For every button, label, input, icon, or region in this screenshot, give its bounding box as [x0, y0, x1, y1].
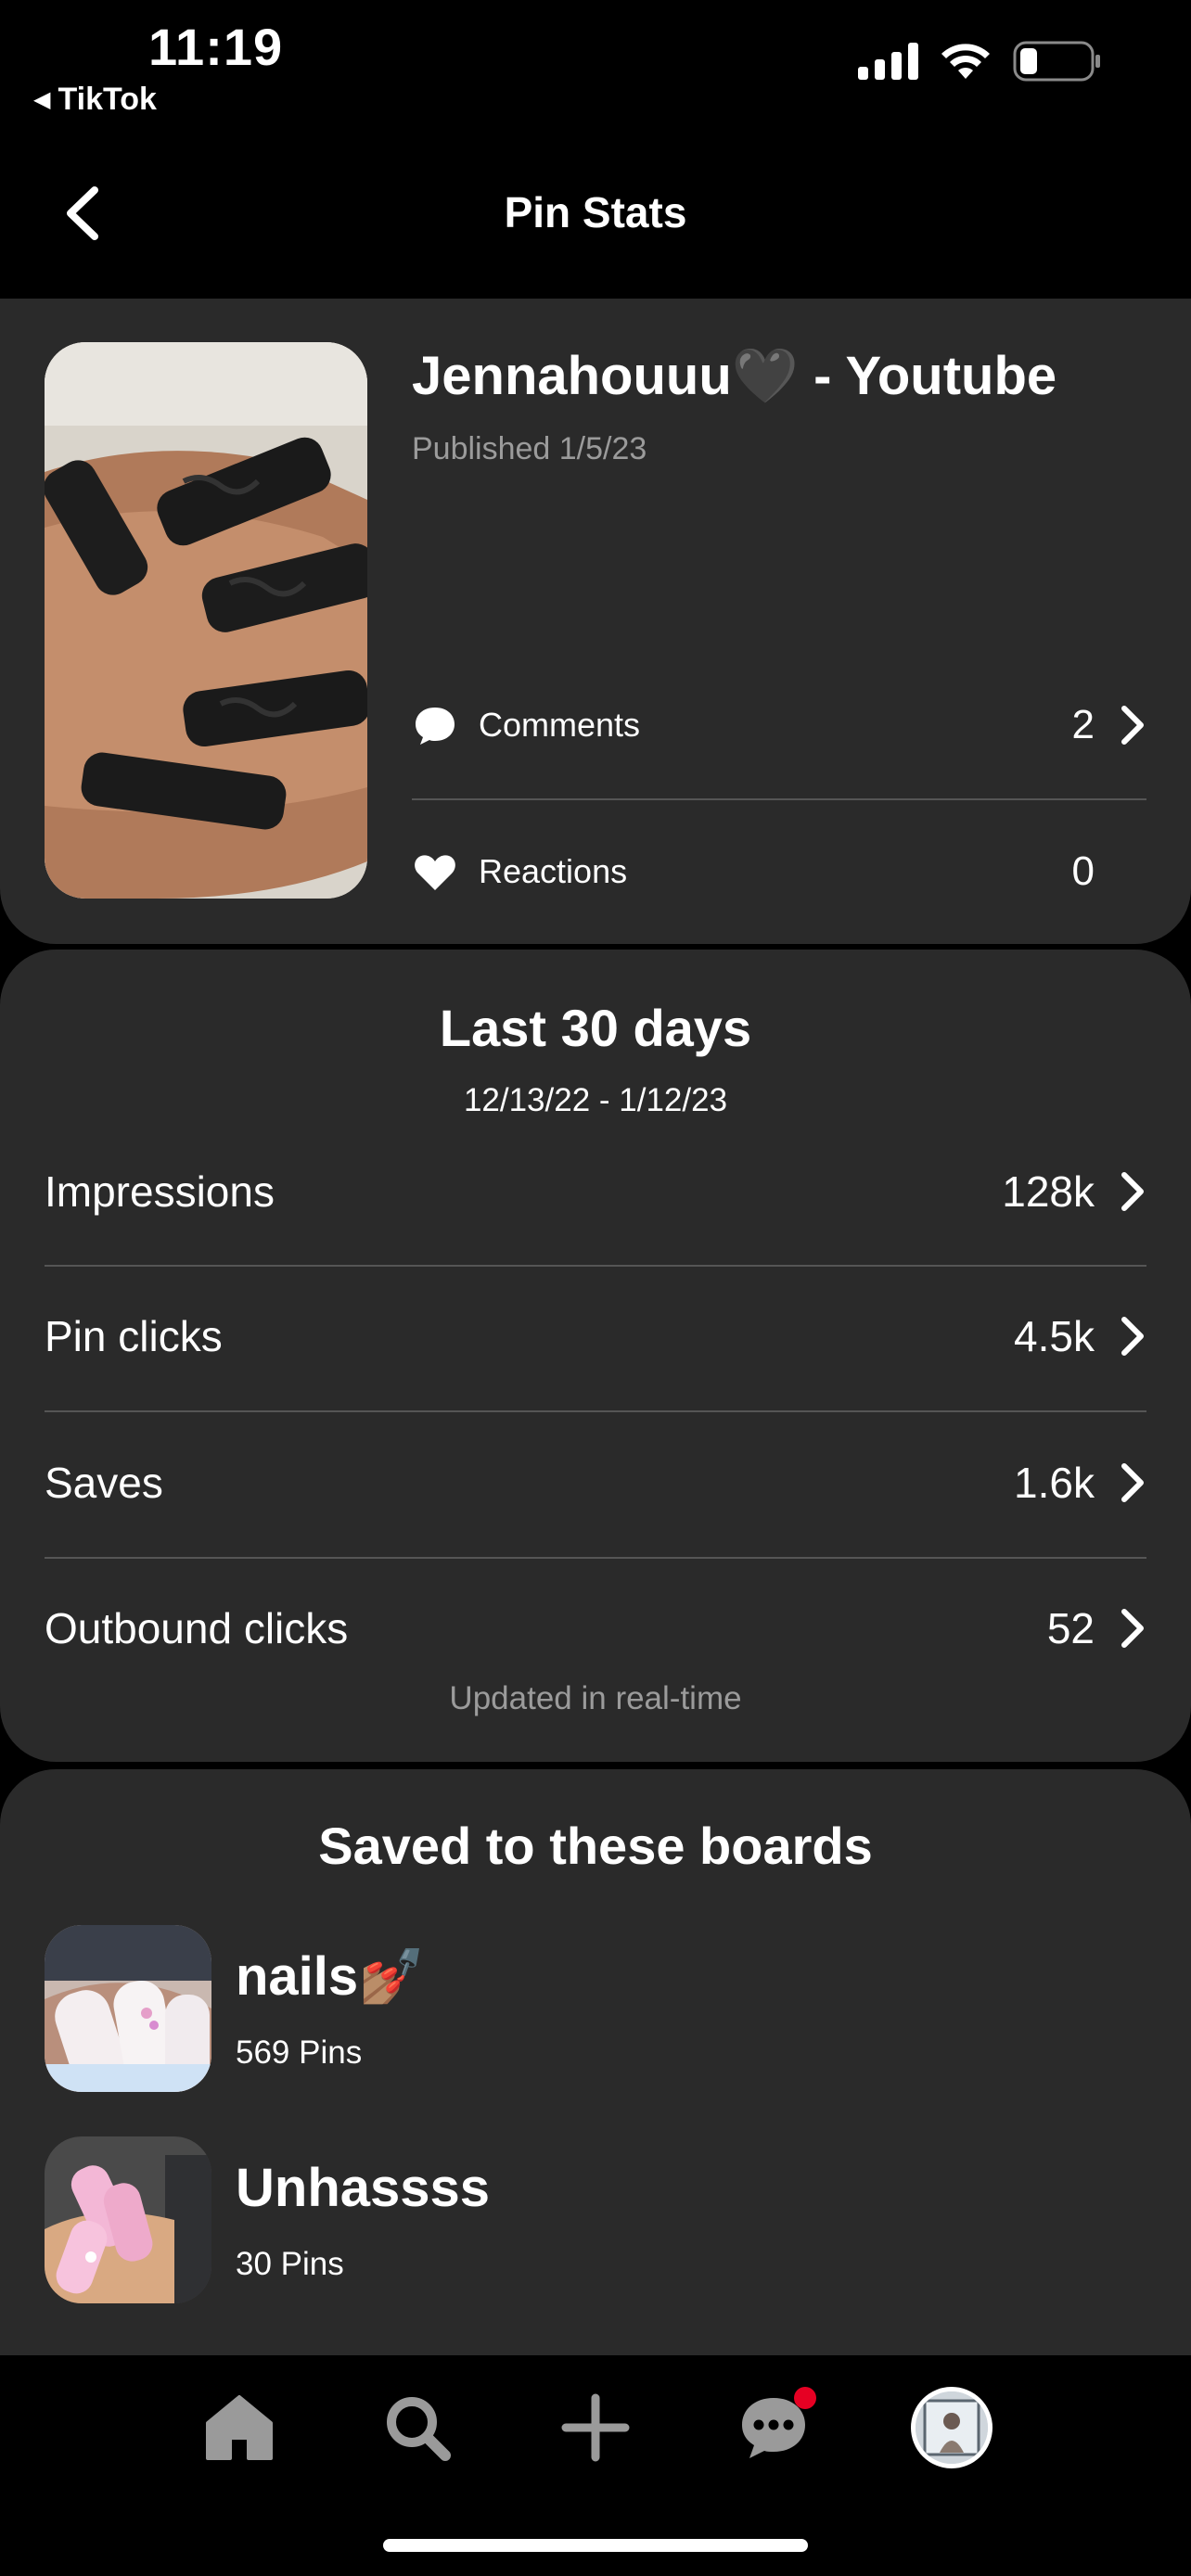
pin-title: Jennahouuu🖤 - Youtube: [412, 346, 1057, 406]
status-time: 11:19: [148, 18, 284, 76]
reactions-count: 0: [1071, 848, 1095, 894]
stat-value: 1.6k: [1014, 1459, 1095, 1507]
board-item[interactable]: nails💅🏽 569 Pins: [45, 1925, 1146, 2094]
board-item[interactable]: Unhassss 30 Pins: [45, 2136, 1146, 2305]
stat-row-impressions[interactable]: Impressions 128k: [45, 1145, 1146, 1238]
wifi-icon: [941, 44, 990, 79]
comments-label: Comments: [479, 706, 641, 744]
stats-updated-note: Updated in real-time: [449, 1680, 742, 1716]
stat-value: 4.5k: [1014, 1312, 1095, 1360]
home-icon: [206, 2395, 273, 2460]
back-triangle-icon: ◀: [33, 87, 51, 112]
divider: [45, 1557, 1146, 1559]
screen: 11:19 ◀ TikTok Pin Stats Jennahouuu🖤 - Y…: [0, 0, 1191, 2576]
stat-value: 128k: [1002, 1167, 1095, 1216]
board-thumbnail: [45, 1925, 211, 2092]
nails-photo-illustration: [45, 342, 367, 899]
stats-card: Last 30 days 12/13/22 - 1/12/23 Impressi…: [0, 950, 1191, 1762]
back-to-app-link[interactable]: ◀ TikTok: [33, 82, 157, 118]
stat-value: 52: [1046, 1604, 1095, 1652]
reactions-row: Reactions 0: [412, 830, 1146, 913]
chevron-right-icon: [1121, 1317, 1144, 1356]
boards-title: Saved to these boards: [318, 1817, 873, 1875]
divider: [45, 1265, 1146, 1267]
chevron-right-icon: [1121, 1609, 1144, 1648]
chevron-right-icon: [1121, 1172, 1144, 1211]
board-pin-count: 30 Pins: [236, 2246, 344, 2282]
board-thumbnail: [45, 2136, 211, 2303]
stats-title: Last 30 days: [439, 999, 752, 1057]
stat-label: Outbound clicks: [45, 1604, 349, 1652]
tab-profile[interactable]: [905, 2381, 998, 2474]
stat-row-pin-clicks[interactable]: Pin clicks 4.5k: [45, 1290, 1146, 1383]
search-icon: [387, 2397, 451, 2461]
pin-image[interactable]: [45, 342, 367, 899]
divider: [45, 1410, 1146, 1412]
stat-label: Pin clicks: [45, 1312, 223, 1360]
comment-bubble-icon: [416, 708, 455, 745]
battery-icon: [1013, 41, 1100, 82]
comments-row[interactable]: Comments 2: [412, 683, 1146, 767]
divider: [412, 798, 1146, 800]
pin-summary-card: Jennahouuu🖤 - Youtube Published 1/5/23 C…: [0, 299, 1191, 944]
tab-create[interactable]: [549, 2381, 642, 2474]
stat-row-saves[interactable]: Saves 1.6k: [45, 1436, 1146, 1529]
avatar: [911, 2387, 992, 2468]
page-title: Pin Stats: [504, 188, 687, 236]
plus-icon: [561, 2393, 630, 2462]
cellular-signal-icon: [858, 43, 918, 80]
stat-label: Impressions: [45, 1167, 275, 1216]
board-pin-count: 569 Pins: [236, 2034, 363, 2071]
tab-search[interactable]: [371, 2381, 464, 2474]
comments-count: 2: [1071, 702, 1095, 747]
pin-published-date: Published 1/5/23: [412, 431, 647, 466]
heart-icon: [415, 855, 455, 890]
status-bar: 11:19 ◀ TikTok: [0, 0, 1191, 130]
stat-row-outbound-clicks[interactable]: Outbound clicks 52: [45, 1582, 1146, 1675]
home-indicator: [383, 2539, 808, 2552]
board-name: Unhassss: [236, 2158, 491, 2218]
reactions-label: Reactions: [479, 852, 628, 890]
tab-messages[interactable]: [727, 2381, 820, 2474]
chevron-right-icon: [1121, 706, 1144, 745]
chevron-right-icon: [1121, 1463, 1144, 1502]
board-name: nails💅🏽: [236, 1946, 426, 2007]
notification-dot: [794, 2387, 816, 2409]
stat-label: Saves: [45, 1459, 163, 1507]
status-icons: [858, 41, 1102, 82]
stats-date-range: 12/13/22 - 1/12/23: [463, 1082, 728, 1118]
back-app-label: TikTok: [58, 82, 157, 117]
tab-home[interactable]: [193, 2381, 286, 2474]
top-nav: Pin Stats: [0, 130, 1191, 297]
